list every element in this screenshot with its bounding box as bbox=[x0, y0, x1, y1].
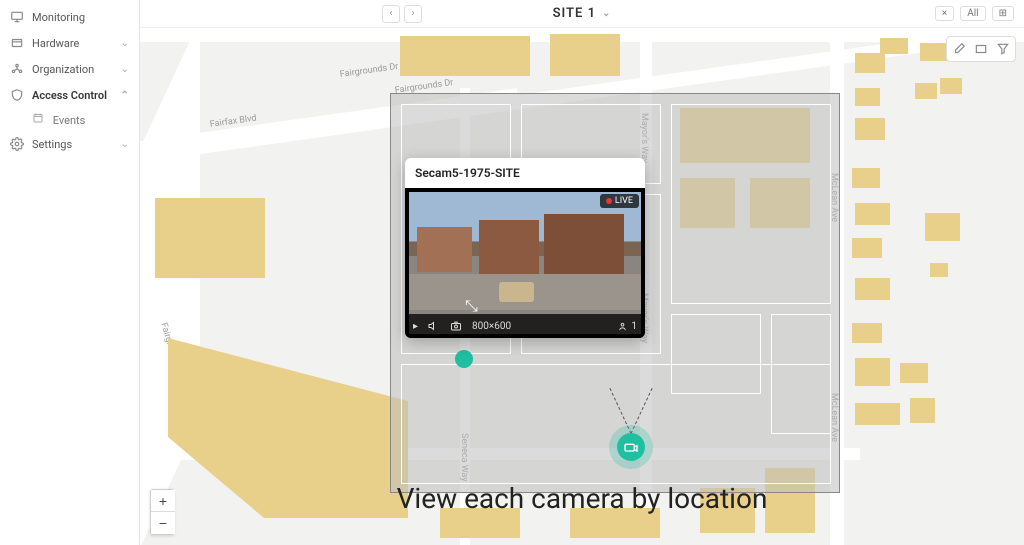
map-canvas[interactable]: Fairfax Blvd Fairgrounds Dr Fairgrounds … bbox=[140, 28, 1024, 545]
map-building bbox=[155, 198, 265, 278]
chevron-down-icon: ⌄ bbox=[121, 38, 129, 49]
people-count: 1 bbox=[617, 321, 637, 332]
map-building bbox=[930, 263, 948, 277]
hardware-icon bbox=[10, 36, 24, 50]
map-building bbox=[168, 338, 408, 518]
play-icon[interactable]: ▸ bbox=[413, 321, 418, 332]
map-building bbox=[855, 278, 890, 300]
sidebar-subitem-label: Events bbox=[53, 114, 86, 127]
map-building bbox=[852, 168, 880, 188]
volume-icon[interactable] bbox=[428, 320, 440, 332]
map-building bbox=[852, 238, 882, 258]
nav-prev-button[interactable]: ‹ bbox=[382, 5, 400, 23]
sidebar-item-label: Monitoring bbox=[32, 11, 85, 24]
street-label: Fairgrounds Dr bbox=[339, 62, 399, 80]
map-building bbox=[920, 43, 948, 61]
map-building bbox=[855, 203, 890, 225]
site-label: SITE 1 bbox=[553, 6, 596, 21]
resolution-label: 800×600 bbox=[472, 321, 511, 332]
sidebar-item-label: Settings bbox=[32, 138, 72, 151]
chevron-down-icon: ⌄ bbox=[121, 64, 129, 75]
map-building bbox=[940, 78, 962, 94]
camera-title: Secam5-1975-SITE bbox=[405, 158, 645, 188]
sidebar-item-label: Organization bbox=[32, 63, 94, 76]
camera-controls: ▸ 800×600 1 bbox=[405, 314, 645, 338]
org-icon bbox=[10, 62, 24, 76]
sidebar: Monitoring Hardware ⌄ Organization ⌄ Acc… bbox=[0, 0, 140, 545]
sidebar-item-label: Access Control bbox=[32, 89, 107, 102]
close-pill-button[interactable]: × bbox=[935, 6, 954, 21]
chevron-down-icon: ⌄ bbox=[121, 139, 129, 150]
map-building bbox=[900, 363, 928, 383]
map-building bbox=[855, 53, 885, 73]
road bbox=[140, 28, 200, 545]
site-selector[interactable]: SITE 1 ⌄ bbox=[553, 6, 612, 21]
map-building bbox=[915, 83, 937, 99]
sidebar-item-label: Hardware bbox=[32, 37, 79, 50]
shield-icon bbox=[10, 88, 24, 102]
map-building bbox=[910, 398, 935, 423]
map-building bbox=[852, 323, 882, 343]
map-building bbox=[855, 118, 885, 140]
topbar: ‹ › SITE 1 ⌄ × All ⊞ bbox=[140, 0, 1024, 28]
map-building bbox=[855, 358, 890, 386]
zoom-controls: + − bbox=[150, 489, 174, 535]
filter-tool-icon[interactable] bbox=[993, 39, 1013, 59]
camera-popup: Secam5-1975-SITE ⤡ LIVE ▸ 800×600 bbox=[405, 158, 645, 338]
rectangle-tool-icon[interactable] bbox=[971, 39, 991, 59]
chevron-down-icon: ⌄ bbox=[602, 8, 611, 19]
sidebar-item-organization[interactable]: Organization ⌄ bbox=[0, 56, 139, 82]
camera-marker[interactable] bbox=[617, 433, 645, 461]
gear-icon bbox=[10, 137, 24, 151]
camera-marker-small[interactable] bbox=[455, 350, 473, 368]
caption-text: View each camera by location bbox=[397, 482, 768, 515]
snapshot-icon[interactable] bbox=[450, 320, 462, 332]
edit-tool-icon[interactable] bbox=[949, 39, 969, 59]
filter-all-button[interactable]: All bbox=[960, 6, 985, 21]
live-badge: LIVE bbox=[600, 194, 639, 208]
sidebar-subitem-events[interactable]: Events bbox=[0, 108, 139, 131]
zoom-in-button[interactable]: + bbox=[151, 490, 175, 512]
map-building bbox=[855, 403, 900, 425]
person-icon bbox=[617, 321, 628, 332]
chevron-up-icon: ⌃ bbox=[121, 90, 129, 101]
map-building bbox=[400, 36, 530, 76]
map-building bbox=[550, 34, 620, 76]
camera-scene-image bbox=[409, 192, 641, 334]
calendar-icon bbox=[32, 112, 44, 124]
sidebar-item-access-control[interactable]: Access Control ⌃ bbox=[0, 82, 139, 108]
sidebar-item-hardware[interactable]: Hardware ⌄ bbox=[0, 30, 139, 56]
nav-next-button[interactable]: › bbox=[404, 5, 422, 23]
map-building bbox=[925, 213, 960, 241]
monitor-icon bbox=[10, 10, 24, 24]
sidebar-item-monitoring[interactable]: Monitoring bbox=[0, 4, 139, 30]
map-building bbox=[880, 38, 908, 54]
cursor-icon: ⤡ bbox=[465, 296, 478, 316]
map-building bbox=[855, 88, 880, 106]
live-dot-icon bbox=[606, 198, 612, 204]
camera-feed[interactable]: ⤡ LIVE ▸ 800×600 1 bbox=[405, 188, 645, 338]
sidebar-item-settings[interactable]: Settings ⌄ bbox=[0, 131, 139, 157]
zoom-out-button[interactable]: − bbox=[151, 512, 175, 534]
filter-extra-button[interactable]: ⊞ bbox=[992, 6, 1014, 21]
map-tools bbox=[946, 36, 1016, 62]
